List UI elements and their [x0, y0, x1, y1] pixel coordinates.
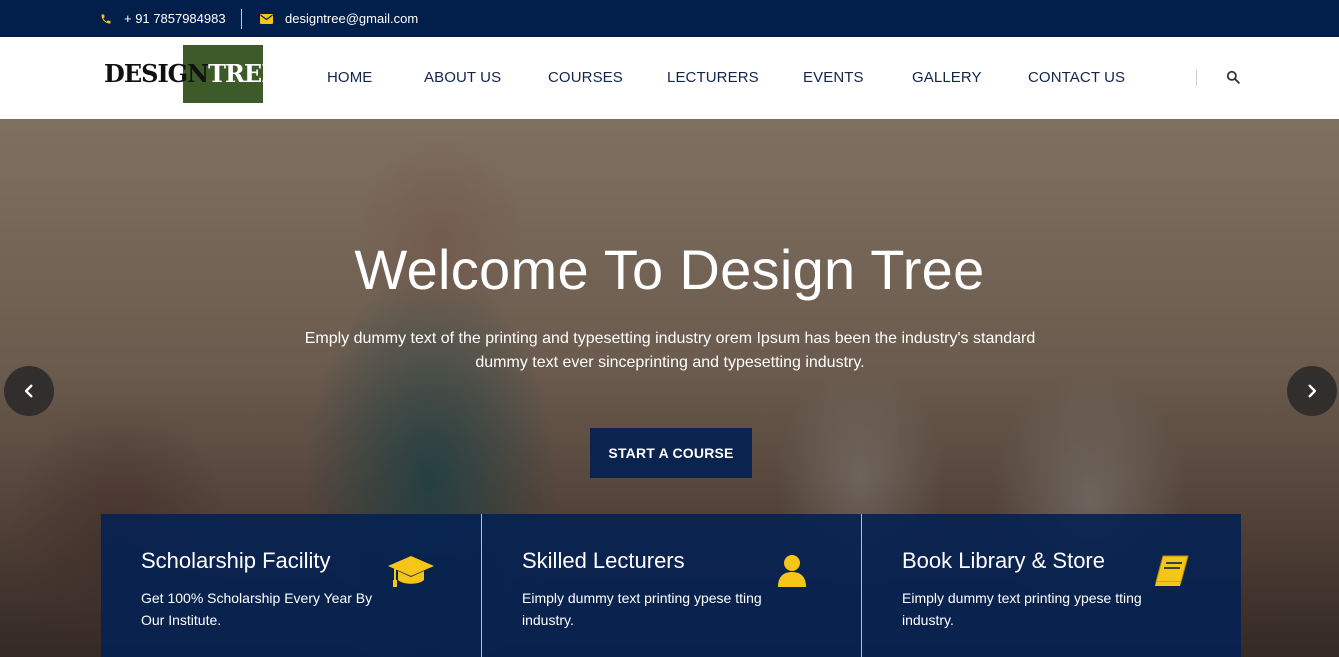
book-icon: [1154, 554, 1190, 593]
nav-item-about-us[interactable]: ABOUT US: [424, 69, 501, 86]
feature-title: Scholarship Facility: [141, 548, 331, 573]
phone-number: + 91 7857984983: [124, 11, 226, 26]
nav-item-lecturers[interactable]: LECTURERS: [667, 69, 759, 86]
feature-scholarship: Scholarship Facility Get 100% Scholarshi…: [101, 514, 481, 657]
feature-lecturers: Skilled Lecturers Eimply dummy text prin…: [481, 514, 861, 657]
user-icon: [776, 554, 808, 593]
nav-item-events[interactable]: EVENTS: [803, 69, 864, 86]
feature-library: Book Library & Store Eimply dummy text p…: [861, 514, 1241, 657]
chevron-right-icon: [1308, 384, 1317, 398]
slider-prev-button[interactable]: [4, 366, 54, 416]
top-bar: + 91 7857984983 designtree@gmail.com: [0, 0, 1339, 37]
logo-text-design: DESIGN: [104, 59, 209, 88]
contact-email[interactable]: designtree@gmail.com: [260, 11, 418, 26]
contact-phone[interactable]: + 91 7857984983: [100, 11, 226, 26]
start-course-button[interactable]: START A COURSE: [590, 428, 752, 478]
chevron-left-icon: [24, 384, 33, 398]
site-logo[interactable]: DESIGNTREE: [104, 45, 280, 103]
feature-title: Skilled Lecturers: [522, 548, 685, 573]
search-icon[interactable]: [1226, 70, 1240, 89]
email-address: designtree@gmail.com: [285, 11, 419, 26]
nav-item-contact-us[interactable]: CONTACT US: [1028, 69, 1125, 86]
logo-text: DESIGNTREE: [104, 59, 280, 89]
nav-item-courses[interactable]: COURSES: [548, 69, 623, 86]
envelope-icon: [260, 13, 273, 24]
hero-subtitle: Emply dummy text of the printing and typ…: [304, 330, 1036, 371]
nav-item-home[interactable]: HOME: [327, 69, 372, 86]
nav-item-gallery[interactable]: GALLERY: [912, 69, 982, 86]
topbar-divider: [241, 9, 242, 29]
feature-text: Eimply dummy text printing ypese tting i…: [902, 590, 1142, 628]
graduation-cap-icon: [387, 554, 435, 595]
logo-text-tree: TREE: [208, 59, 279, 88]
phone-icon: [100, 13, 112, 25]
slider-next-button[interactable]: [1287, 366, 1337, 416]
main-navigation: DESIGNTREE HOME ABOUT US COURSES LECTURE…: [0, 37, 1339, 119]
nav-divider: [1196, 70, 1197, 86]
hero-title: Welcome To Design Tree: [354, 238, 985, 301]
features-strip: Scholarship Facility Get 100% Scholarshi…: [101, 514, 1241, 657]
feature-text: Eimply dummy text printing ypese tting i…: [522, 590, 762, 628]
feature-text: Get 100% Scholarship Every Year By Our I…: [141, 590, 373, 628]
feature-title: Book Library & Store: [902, 548, 1105, 573]
